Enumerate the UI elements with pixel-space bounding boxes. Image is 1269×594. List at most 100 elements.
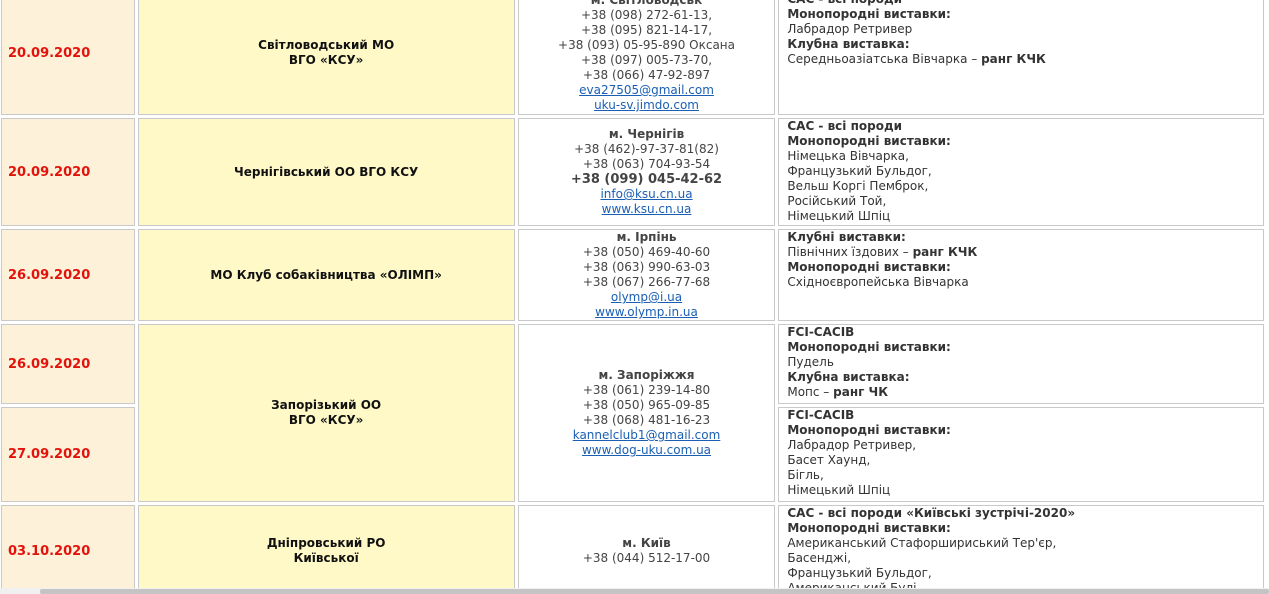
- organizer-cell: МО Клуб собаківництва «ОЛІМП»: [137, 229, 515, 321]
- shows-cell: САС - всі породи Монопородні виставки: Нім…: [778, 118, 1264, 226]
- event-row: 20.09.2020 Чернігівський ОО ВГО КСУ м. Чер…: [1, 118, 1264, 226]
- email-link[interactable]: kannelclub1@gmail.com: [519, 428, 775, 443]
- show-line: Пудель: [787, 355, 1263, 370]
- rank-label: ранг ЧК: [833, 385, 889, 399]
- contact-phone: +38 (066) 47-92-897: [582, 68, 711, 82]
- horizontal-scrollbar[interactable]: [0, 588, 1269, 594]
- show-text: Німецька Вівчарка,: [787, 149, 909, 163]
- organizer-name: Світловодський МО: [258, 38, 395, 52]
- show-text: FCI-CACIB: [787, 325, 855, 339]
- show-text: Німецький Шпіц: [787, 483, 891, 497]
- event-date: 26.09.2020: [1, 324, 135, 404]
- organizer-name: ВГО «КСУ»: [288, 53, 364, 67]
- event-date: 27.09.2020: [1, 407, 135, 502]
- show-text: Монопородні виставки:: [787, 340, 951, 354]
- shows-cell: FCI-CACIB Монопородні виставки: Лабрадор Р…: [778, 407, 1264, 502]
- show-text: Бігль,: [787, 468, 824, 482]
- contact-phone: +38 (044) 512-17-00: [582, 551, 711, 565]
- event-row: 26.09.2020 МО Клуб собаківництва «ОЛІМП» м…: [1, 229, 1264, 321]
- website-link[interactable]: uku-sv.jimdo.com: [519, 98, 775, 113]
- contact-phone: +38 (050) 965-09-85: [582, 398, 711, 412]
- show-text: Монопородні виставки:: [787, 423, 951, 437]
- contact-cell: м. Чернігів +38 (462)-97-37-81(82) +38 (06…: [517, 118, 776, 226]
- events-table-body: 20.09.2020 Світловодський МО ВГО «КСУ» м. С…: [1, 0, 1264, 594]
- event-date: 26.09.2020: [1, 229, 135, 321]
- show-line: Монопородні виставки:: [787, 340, 1263, 355]
- show-line: Середньоазіатська Вівчарка – ранг КЧК: [787, 52, 1263, 67]
- show-line: Вельш Коргі Пемброк,: [787, 179, 1263, 194]
- show-line: FCI-CACIB: [787, 408, 1263, 423]
- contact-cell: м. Запоріжжя +38 (061) 239-14-80 +38 (050)…: [517, 324, 776, 502]
- email-link[interactable]: info@ksu.cn.ua: [519, 187, 775, 202]
- website-link[interactable]: www.dog-uku.com.ua: [519, 443, 775, 458]
- organizer-cell: Чернігівський ОО ВГО КСУ: [137, 118, 515, 226]
- show-line: Російський Той,: [787, 194, 1263, 209]
- event-row: 03.10.2020 Дніпровський РО Київської м. Киї…: [1, 505, 1264, 594]
- show-line: Північних їздових – ранг КЧК: [787, 245, 1263, 260]
- contact-phone: +38 (099) 045-42-62: [570, 172, 723, 187]
- show-line: Французький Бульдог,: [787, 164, 1263, 179]
- event-date: 20.09.2020: [1, 118, 135, 226]
- show-text: Вельш Коргі Пемброк,: [787, 179, 929, 193]
- show-text: Північних їздових –: [787, 245, 913, 259]
- show-line: Клубна виставка:: [787, 370, 1263, 385]
- website-link[interactable]: www.olymp.in.ua: [519, 305, 775, 320]
- contact-phone: +38 (063) 990-63-03: [582, 260, 711, 274]
- contact-city: м. Світловодськ: [590, 0, 703, 7]
- contact-city: м. Ірпінь: [616, 230, 677, 244]
- show-line: Монопородні виставки:: [787, 260, 1263, 275]
- show-text: Клубна виставка:: [787, 370, 910, 384]
- show-text: Клубні виставки:: [787, 230, 906, 244]
- show-line: Монопородні виставки:: [787, 134, 1263, 149]
- scrollbar-thumb[interactable]: [40, 589, 1269, 594]
- show-line: Німецька Вівчарка,: [787, 149, 1263, 164]
- show-text: Американський Стафоршириський Тер'єр,: [787, 536, 1057, 550]
- show-text: Мопс –: [787, 385, 834, 399]
- shows-cell: FCI-CACIB Монопородні виставки: Пудель Клуб…: [778, 324, 1264, 404]
- contact-phone: +38 (093) 05-95-890 Оксана: [558, 38, 735, 52]
- show-text: Лабрадор Ретривер,: [787, 438, 917, 452]
- email-link[interactable]: olymp@i.ua: [519, 290, 775, 305]
- organizer-name: ВГО «КСУ»: [288, 413, 364, 427]
- show-text: Східноєвропейська Вівчарка: [787, 275, 969, 289]
- show-text: Монопородні виставки:: [787, 521, 951, 535]
- show-text: Французький Бульдог,: [787, 566, 932, 580]
- show-text: САС - всі породи: [787, 119, 903, 133]
- website-link[interactable]: www.ksu.cn.ua: [519, 202, 775, 217]
- event-date: 20.09.2020: [1, 0, 135, 115]
- organizer-name: Дніпровський РО: [266, 536, 386, 550]
- rank-label: ранг КЧК: [912, 245, 978, 259]
- shows-cell: САС - всі породиМонопородні виставки:Лаб…: [778, 0, 1264, 115]
- show-line: Німецький Шпіц: [787, 483, 1263, 498]
- show-line: Німецький Шпіц: [787, 209, 1263, 224]
- show-text: Середньоазіатська Вівчарка –: [787, 52, 982, 66]
- contact-cell: м. Ірпінь +38 (050) 469-40-60 +38 (063) 99…: [517, 229, 776, 321]
- page-viewport: 20.09.2020 Світловодський МО ВГО «КСУ» м. С…: [0, 0, 1269, 594]
- organizer-cell: Запорізький ОО ВГО «КСУ»: [137, 324, 515, 502]
- show-line: Мопс – ранг ЧК: [787, 385, 1263, 400]
- show-line: САС - всі породи «Київські зустрічі-2020…: [787, 506, 1263, 521]
- email-link[interactable]: eva27505@gmail.com: [519, 83, 775, 98]
- show-line: Клубна виставка:: [787, 37, 1263, 52]
- show-line: Монопородні виставки:: [787, 7, 1263, 22]
- event-row: 26.09.2020 Запорізький ОО ВГО «КСУ» м. Запо…: [1, 324, 1264, 502]
- organizer-name: МО Клуб собаківництва «ОЛІМП»: [210, 267, 442, 282]
- event-row: 20.09.2020 Світловодський МО ВГО «КСУ» м. С…: [1, 0, 1264, 115]
- show-line: Басенджі,: [787, 551, 1263, 566]
- show-line: САС - всі породи: [787, 119, 1263, 134]
- organizer-cell: Світловодський МО ВГО «КСУ»: [137, 0, 515, 115]
- contact-phone: +38 (050) 469-40-60: [582, 245, 711, 259]
- contact-phone: +38 (098) 272-61-13,: [580, 8, 713, 22]
- contact-phone: +38 (462)-97-37-81(82): [574, 142, 719, 156]
- contact-phone: +38 (061) 239-14-80: [582, 383, 711, 397]
- contact-phone: +38 (063) 704-93-54: [582, 157, 711, 171]
- contact-cell: м. Київ +38 (044) 512-17-00: [517, 505, 776, 594]
- show-text: FCI-CACIB: [787, 408, 855, 422]
- show-text: САС - всі породи: [787, 0, 902, 6]
- show-line: Басет Хаунд,: [787, 453, 1263, 468]
- show-line: Французький Бульдог,: [787, 566, 1263, 581]
- rank-label: ранг КЧК: [981, 52, 1046, 66]
- show-line: Американський Стафоршириський Тер'єр,: [787, 536, 1263, 551]
- show-text: Басенджі,: [787, 551, 852, 565]
- show-line: Клубні виставки:: [787, 230, 1263, 245]
